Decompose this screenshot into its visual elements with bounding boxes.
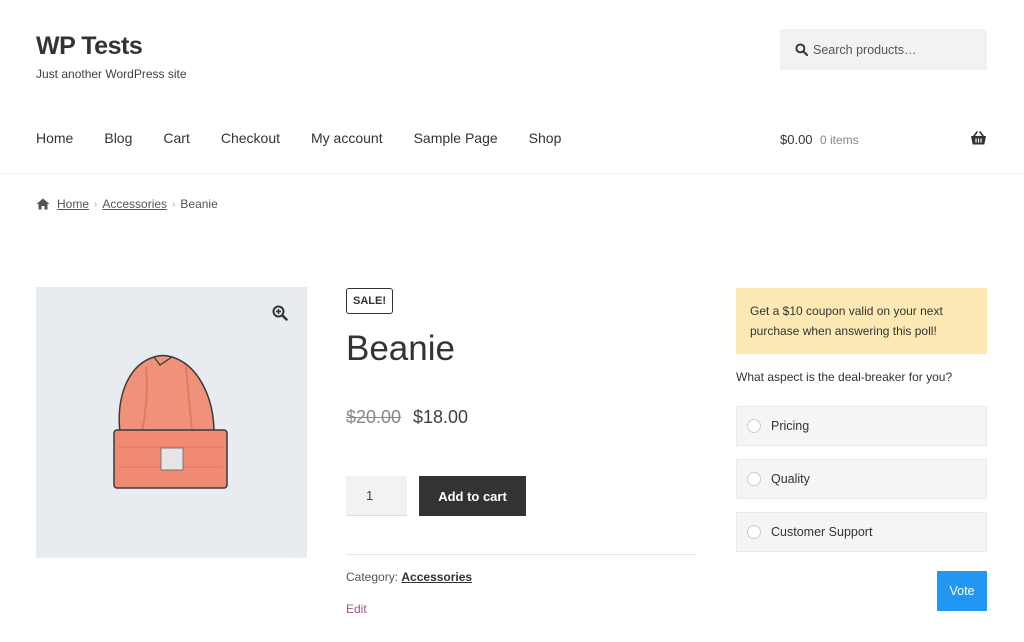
nav-item-checkout[interactable]: Checkout [221,130,280,146]
poll-option-pricing[interactable]: Pricing [736,406,987,446]
sale-badge: SALE! [346,288,393,314]
search-box[interactable] [780,29,987,70]
poll-option-label: Customer Support [771,525,873,539]
price-sale: $18.00 [413,407,469,427]
poll-banner: Get a $10 coupon valid on your next purc… [736,288,987,354]
nav-item-my-account[interactable]: My account [311,130,383,146]
breadcrumb-category-link[interactable]: Accessories [102,197,167,211]
poll-option-label: Pricing [771,419,810,433]
category-link[interactable]: Accessories [401,570,472,584]
beanie-image [113,354,228,489]
cart-count[interactable]: 0 items [820,133,859,147]
breadcrumb-separator-icon: › [94,198,98,210]
radio-button[interactable] [747,419,761,433]
breadcrumb: Home › Accessories › Beanie [36,197,218,211]
product-title: Beanie [346,329,455,368]
search-icon [795,43,808,56]
nav-item-blog[interactable]: Blog [104,130,132,146]
breadcrumb-current: Beanie [180,197,218,211]
poll-option-label: Quality [771,472,810,486]
vote-button[interactable]: Vote [937,571,987,611]
site-description: Just another WordPress site [36,67,187,81]
poll-question: What aspect is the deal-breaker for you? [736,370,953,384]
radio-button[interactable] [747,525,761,539]
poll-option-quality[interactable]: Quality [736,459,987,499]
zoom-icon[interactable] [272,305,288,321]
product-category: Category: Accessories [346,570,472,584]
add-to-cart-button[interactable]: Add to cart [419,476,526,516]
breadcrumb-separator-icon: › [172,198,176,210]
breadcrumb-home-link[interactable]: Home [57,197,89,211]
edit-link[interactable]: Edit [346,602,367,616]
price-regular: $20.00 [346,407,402,427]
radio-button[interactable] [747,472,761,486]
product-image[interactable] [36,287,307,558]
product-meta-divider [346,554,696,555]
search-input[interactable] [813,42,973,57]
header-divider [0,173,1024,174]
nav-item-shop[interactable]: Shop [529,130,562,146]
quantity-input[interactable] [346,476,407,516]
category-label: Category: [346,570,399,584]
site-title[interactable]: WP Tests [36,32,143,61]
home-icon [36,198,50,210]
nav-item-cart[interactable]: Cart [163,130,189,146]
nav-item-sample-page[interactable]: Sample Page [414,130,498,146]
basket-icon[interactable] [970,131,987,146]
poll-option-customer-support[interactable]: Customer Support [736,512,987,552]
nav-item-home[interactable]: Home [36,130,73,146]
primary-nav: Home Blog Cart Checkout My account Sampl… [36,130,592,146]
cart-total[interactable]: $0.00 [780,132,813,147]
